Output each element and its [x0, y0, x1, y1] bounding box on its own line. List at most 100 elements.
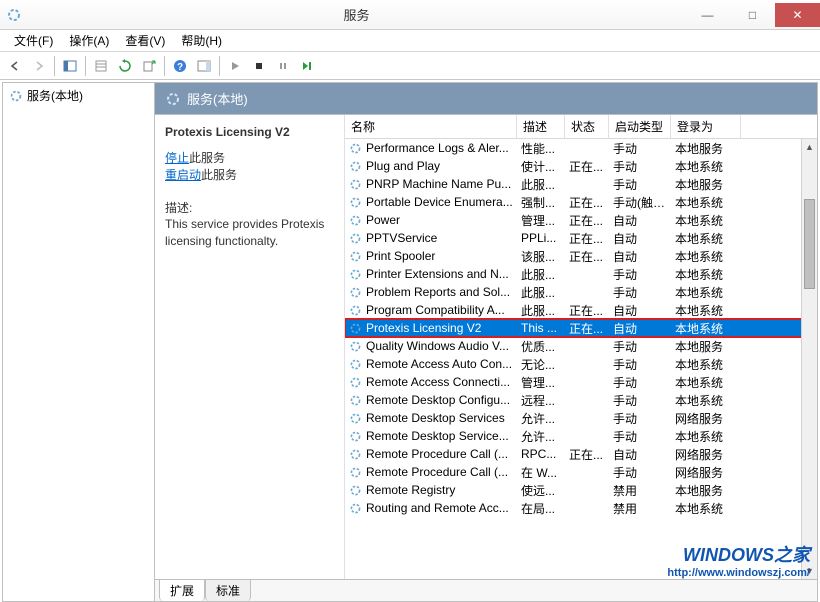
toolbar: ? [0, 52, 820, 80]
column-name[interactable]: 名称 [345, 115, 517, 138]
service-row[interactable]: Remote Registry使远...禁用本地服务 [345, 481, 817, 499]
service-icon [349, 196, 362, 209]
service-icon [349, 358, 362, 371]
service-row[interactable]: Remote Access Connecti...管理...手动本地系统 [345, 373, 817, 391]
column-status[interactable]: 状态 [565, 115, 609, 138]
stop-link[interactable]: 停止 [165, 151, 189, 165]
svg-text:?: ? [177, 62, 183, 73]
pause-service-button[interactable] [272, 55, 294, 77]
cell-desc: 此服... [521, 176, 569, 193]
cell-desc: 允许... [521, 410, 569, 427]
main-header: 服务(本地) [155, 83, 817, 114]
cell-startup: 手动 [613, 158, 675, 175]
cell-name: Remote Desktop Service... [366, 429, 521, 443]
column-logon[interactable]: 登录为 [671, 115, 741, 138]
cell-logon: 本地系统 [675, 428, 745, 445]
service-row[interactable]: Remote Desktop Services允许...手动网络服务 [345, 409, 817, 427]
service-row[interactable]: Remote Desktop Configu...远程...手动本地系统 [345, 391, 817, 409]
menu-help[interactable]: 帮助(H) [173, 30, 230, 51]
cell-name: Program Compatibility A... [366, 303, 521, 317]
cell-status: 正在... [569, 212, 613, 229]
close-button[interactable]: ✕ [775, 3, 820, 27]
help-button[interactable]: ? [169, 55, 191, 77]
column-startup[interactable]: 启动类型 [609, 115, 671, 138]
menu-file[interactable]: 文件(F) [6, 30, 61, 51]
back-button[interactable] [4, 55, 26, 77]
scroll-up-icon[interactable]: ▲ [802, 139, 817, 155]
scroll-down-icon[interactable]: ▼ [802, 563, 817, 579]
forward-button[interactable] [28, 55, 50, 77]
cell-desc: 此服... [521, 302, 569, 319]
service-row[interactable]: PPTVServicePPLi...正在...自动本地系统 [345, 229, 817, 247]
cell-name: PPTVService [366, 231, 521, 245]
cell-desc: 管理... [521, 374, 569, 391]
cell-logon: 本地系统 [675, 500, 745, 517]
cell-name: Problem Reports and Sol... [366, 285, 521, 299]
cell-logon: 本地服务 [675, 338, 745, 355]
service-row[interactable]: Remote Procedure Call (...在 W...手动网络服务 [345, 463, 817, 481]
tree-root-services[interactable]: 服务(本地) [3, 83, 154, 108]
service-row[interactable]: Portable Device Enumera...强制...正在...手动(触… [345, 193, 817, 211]
description-label: 描述: [165, 199, 336, 216]
properties-button[interactable] [90, 55, 112, 77]
export-button[interactable] [138, 55, 160, 77]
list-rows[interactable]: Performance Logs & Aler...性能...手动本地服务Plu… [345, 139, 817, 579]
action-pane-button[interactable] [193, 55, 215, 77]
menu-view[interactable]: 查看(V) [117, 30, 173, 51]
service-icon [349, 430, 362, 443]
service-icon [349, 322, 362, 335]
cell-name: Remote Procedure Call (... [366, 447, 521, 461]
menu-action[interactable]: 操作(A) [61, 30, 117, 51]
tab-standard[interactable]: 标准 [205, 579, 251, 601]
service-row[interactable]: Routing and Remote Acc...在局...禁用本地系统 [345, 499, 817, 517]
main-header-title: 服务(本地) [187, 89, 248, 108]
service-icon [349, 340, 362, 353]
tab-extended[interactable]: 扩展 [159, 579, 205, 601]
cell-logon: 本地系统 [675, 302, 745, 319]
toolbar-separator [164, 56, 165, 76]
service-row[interactable]: Printer Extensions and N...此服...手动本地系统 [345, 265, 817, 283]
tree-root-label: 服务(本地) [27, 87, 83, 104]
cell-startup: 禁用 [613, 500, 675, 517]
cell-name: Remote Registry [366, 483, 521, 497]
restart-link[interactable]: 重启动 [165, 168, 201, 182]
scroll-thumb[interactable] [804, 199, 815, 289]
column-desc[interactable]: 描述 [517, 115, 565, 138]
minimize-button[interactable]: — [685, 3, 730, 27]
service-row[interactable]: Protexis Licensing V2This ...正在...自动本地系统 [345, 319, 817, 337]
cell-desc: 性能... [521, 140, 569, 157]
service-row[interactable]: Power管理...正在...自动本地系统 [345, 211, 817, 229]
service-row[interactable]: Program Compatibility A...此服...正在...自动本地… [345, 301, 817, 319]
start-service-button[interactable] [224, 55, 246, 77]
cell-desc: 该服... [521, 248, 569, 265]
cell-name: PNRP Machine Name Pu... [366, 177, 521, 191]
vertical-scrollbar[interactable]: ▲ ▼ [801, 139, 817, 579]
show-hide-tree-button[interactable] [59, 55, 81, 77]
stop-service-button[interactable] [248, 55, 270, 77]
cell-desc: 此服... [521, 266, 569, 283]
cell-desc: 强制... [521, 194, 569, 211]
restart-service-button[interactable] [296, 55, 318, 77]
refresh-button[interactable] [114, 55, 136, 77]
toolbar-separator [85, 56, 86, 76]
toolbar-separator [54, 56, 55, 76]
cell-status: 正在... [569, 230, 613, 247]
cell-name: Remote Procedure Call (... [366, 465, 521, 479]
cell-logon: 本地服务 [675, 482, 745, 499]
cell-logon: 本地系统 [675, 212, 745, 229]
service-row[interactable]: Plug and Play使计...正在...手动本地系统 [345, 157, 817, 175]
cell-startup: 手动 [613, 284, 675, 301]
service-row[interactable]: Remote Procedure Call (...RPC...正在...自动网… [345, 445, 817, 463]
cell-name: Plug and Play [366, 159, 521, 173]
service-row[interactable]: Performance Logs & Aler...性能...手动本地服务 [345, 139, 817, 157]
maximize-button[interactable]: □ [730, 3, 775, 27]
service-row[interactable]: Remote Access Auto Con...无论...手动本地系统 [345, 355, 817, 373]
cell-startup: 手动 [613, 140, 675, 157]
service-row[interactable]: Quality Windows Audio V...优质...手动本地服务 [345, 337, 817, 355]
service-row[interactable]: Print Spooler该服...正在...自动本地系统 [345, 247, 817, 265]
service-row[interactable]: Remote Desktop Service...允许...手动本地系统 [345, 427, 817, 445]
service-row[interactable]: PNRP Machine Name Pu...此服...手动本地服务 [345, 175, 817, 193]
services-icon [165, 91, 181, 107]
service-row[interactable]: Problem Reports and Sol...此服...手动本地系统 [345, 283, 817, 301]
cell-desc: 无论... [521, 356, 569, 373]
